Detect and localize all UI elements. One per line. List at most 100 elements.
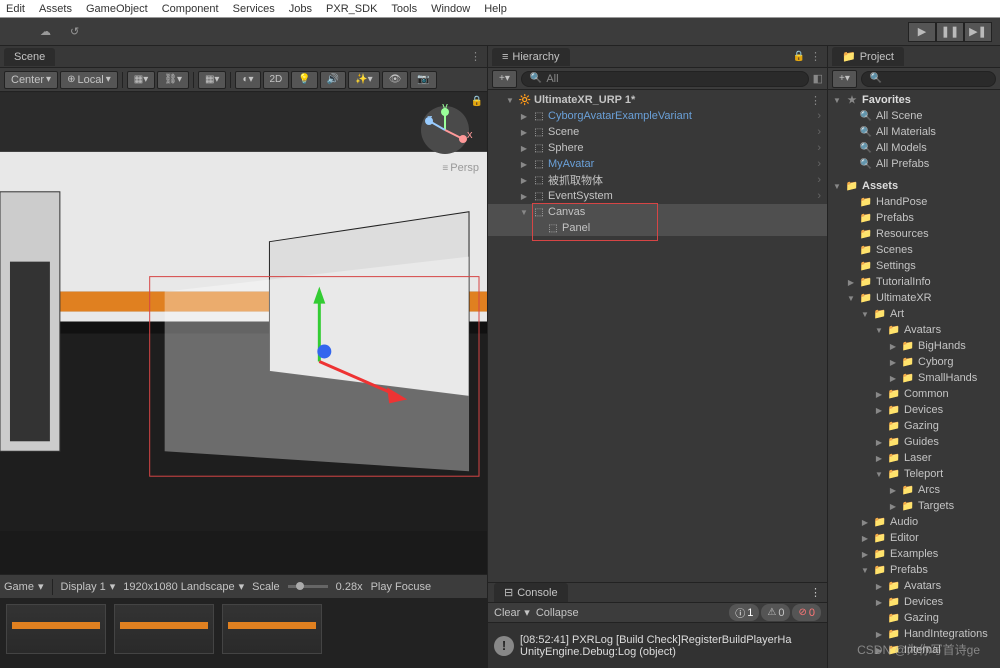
assets-header[interactable]: ▼📁Assets	[828, 178, 1000, 194]
menu-services[interactable]: Services	[233, 3, 275, 15]
folder-item[interactable]: ▼📁Avatars	[828, 322, 1000, 338]
favorites-header[interactable]: ▼★Favorites	[828, 92, 1000, 108]
camera-icon[interactable]: 📷	[410, 71, 436, 89]
tree-item[interactable]: ▶⬚Sphere›	[488, 140, 827, 156]
tree-item[interactable]: ▶⬚被抓取物体›	[488, 172, 827, 188]
play-button[interactable]: ▶	[908, 22, 936, 42]
tree-item[interactable]: ▶⬚CyborgAvatarExampleVariant›	[488, 108, 827, 124]
project-tab[interactable]: 📁 Project	[832, 47, 904, 66]
create-button[interactable]: +▾	[492, 70, 517, 88]
step-button[interactable]: ▶❚	[964, 22, 992, 42]
favorite-item[interactable]: 🔍All Scene	[828, 108, 1000, 124]
folder-item[interactable]: ▼📁Teleport	[828, 466, 1000, 482]
folder-item[interactable]: ▶📁Avatars	[828, 578, 1000, 594]
favorite-item[interactable]: 🔍All Materials	[828, 124, 1000, 140]
shading-mode-icon[interactable]: ◐▾	[235, 71, 260, 89]
favorite-item[interactable]: 🔍All Prefabs	[828, 156, 1000, 172]
console-tab[interactable]: ⊟ Console	[494, 583, 568, 602]
folder-item[interactable]: ▶📁TutorialInfo	[828, 274, 1000, 290]
info-count-badge[interactable]: ⓘ1	[729, 604, 759, 621]
tree-item-canvas[interactable]: ▼⬚Canvas	[488, 204, 827, 220]
tree-item[interactable]: ▶⬚Scene›	[488, 124, 827, 140]
folder-item[interactable]: ▼📁Prefabs	[828, 562, 1000, 578]
folder-item[interactable]: ▼📁Art	[828, 306, 1000, 322]
grid-snap-icon[interactable]: ▦▾	[198, 71, 226, 89]
console-menu-icon[interactable]: ⋮	[810, 586, 821, 599]
folder-item[interactable]: ▶📁Common	[828, 386, 1000, 402]
lock-icon[interactable]: 🔒	[471, 96, 483, 107]
folder-item[interactable]: ▶📁Devices	[828, 594, 1000, 610]
folder-item[interactable]: ▶📁Editor	[828, 530, 1000, 546]
snap-icon[interactable]: ⛓▾	[157, 71, 189, 89]
folder-item[interactable]: ▶📁HandIntegrations	[828, 626, 1000, 642]
game-tab-dropdown[interactable]: Game ▾	[4, 580, 44, 593]
folder-item[interactable]: ▶📁Targets	[828, 498, 1000, 514]
folder-item[interactable]: ▶📁Audio	[828, 514, 1000, 530]
clear-button[interactable]: Clear ▾	[494, 606, 530, 619]
folder-item[interactable]: 📁Gazing	[828, 610, 1000, 626]
display-dropdown[interactable]: Display 1 ▾	[61, 580, 116, 593]
lighting-icon[interactable]: 💡	[291, 71, 317, 89]
handle-rotation-dropdown[interactable]: ⊕Local▾	[60, 71, 118, 89]
menu-tools[interactable]: Tools	[391, 3, 417, 15]
error-count-badge[interactable]: ⊘0	[792, 604, 821, 621]
play-mode-dropdown[interactable]: Play Focuse	[371, 581, 432, 593]
menu-pxrsdk[interactable]: PXR_SDK	[326, 3, 377, 15]
fx-icon[interactable]: ✨▾	[348, 71, 379, 89]
resolution-dropdown[interactable]: 1920x1080 Landscape ▾	[123, 580, 244, 593]
collapse-button[interactable]: Collapse	[536, 607, 579, 619]
folder-item[interactable]: 📁Gazing	[828, 418, 1000, 434]
menu-component[interactable]: Component	[162, 3, 219, 15]
cloud-icon[interactable]: ☁	[40, 25, 51, 38]
folder-item[interactable]: ▶📁Devices	[828, 402, 1000, 418]
scene-tab[interactable]: Scene	[4, 48, 55, 66]
scene-menu-icon[interactable]: ⋮	[810, 94, 821, 107]
project-search-input[interactable]: 🔍	[861, 71, 996, 87]
folder-item[interactable]: ▶📁SmallHands	[828, 370, 1000, 386]
scene-tab-menu-icon[interactable]: ⋮	[470, 50, 481, 63]
visibility-icon[interactable]: 👁	[382, 71, 409, 89]
scene-viewport[interactable]: y x z ≡ Persp 🔒	[0, 92, 487, 574]
favorite-item[interactable]: 🔍All Models	[828, 140, 1000, 156]
menu-assets[interactable]: Assets	[39, 3, 72, 15]
folder-item[interactable]: ▶📁Cyborg	[828, 354, 1000, 370]
console-message[interactable]: ! [08:52:41] PXRLog [Build Check]Registe…	[488, 623, 827, 668]
tree-item[interactable]: ▶⬚EventSystem›	[488, 188, 827, 204]
hierarchy-tree[interactable]: ▼🔆 UltimateXR_URP 1* ⋮ ▶⬚CyborgAvatarExa…	[488, 90, 827, 582]
audio-icon[interactable]: 🔊	[320, 71, 346, 89]
menu-help[interactable]: Help	[484, 3, 507, 15]
folder-item[interactable]: ▶📁BigHands	[828, 338, 1000, 354]
hierarchy-tab-menu-icon[interactable]: ⋮	[810, 50, 821, 63]
pause-button[interactable]: ❚❚	[936, 22, 964, 42]
orientation-gizmo[interactable]: y x z	[417, 102, 473, 158]
tree-item-panel[interactable]: ⬚Panel	[488, 220, 827, 236]
grid-icon[interactable]: ▦▾	[127, 71, 155, 89]
folder-item[interactable]: 📁HandPose	[828, 194, 1000, 210]
scale-slider[interactable]	[288, 585, 328, 588]
folder-item[interactable]: ▶📁Examples	[828, 546, 1000, 562]
undo-icon[interactable]: ↺	[70, 25, 79, 38]
folder-item[interactable]: ▶📁Guides	[828, 434, 1000, 450]
warning-count-badge[interactable]: ⚠0	[761, 604, 790, 621]
hierarchy-search-input[interactable]: 🔍 All	[521, 71, 809, 87]
menu-jobs[interactable]: Jobs	[289, 3, 312, 15]
search-options-icon[interactable]: ◧	[813, 72, 823, 85]
projection-label[interactable]: ≡ Persp	[442, 162, 479, 174]
project-tree[interactable]: ▼★Favorites 🔍All Scene🔍All Materials🔍All…	[828, 90, 1000, 668]
menu-gameobject[interactable]: GameObject	[86, 3, 148, 15]
lock-icon[interactable]: 🔒	[793, 51, 805, 62]
folder-item[interactable]: ▶📁Arcs	[828, 482, 1000, 498]
folder-item[interactable]: 📁Prefabs	[828, 210, 1000, 226]
2d-toggle[interactable]: 2D	[263, 71, 290, 89]
pivot-mode-dropdown[interactable]: Center▾	[4, 71, 58, 89]
folder-item[interactable]: 📁Settings	[828, 258, 1000, 274]
folder-item[interactable]: 📁Scenes	[828, 242, 1000, 258]
hierarchy-tab[interactable]: ≡ Hierarchy	[492, 48, 570, 66]
folder-item[interactable]: ▶📁Laser	[828, 450, 1000, 466]
tree-item[interactable]: ▶⬚MyAvatar›	[488, 156, 827, 172]
menu-edit[interactable]: Edit	[6, 3, 25, 15]
project-create-button[interactable]: +▾	[832, 70, 857, 88]
menu-window[interactable]: Window	[431, 3, 470, 15]
folder-item[interactable]: 📁Resources	[828, 226, 1000, 242]
scene-root[interactable]: ▼🔆 UltimateXR_URP 1* ⋮	[488, 92, 827, 108]
